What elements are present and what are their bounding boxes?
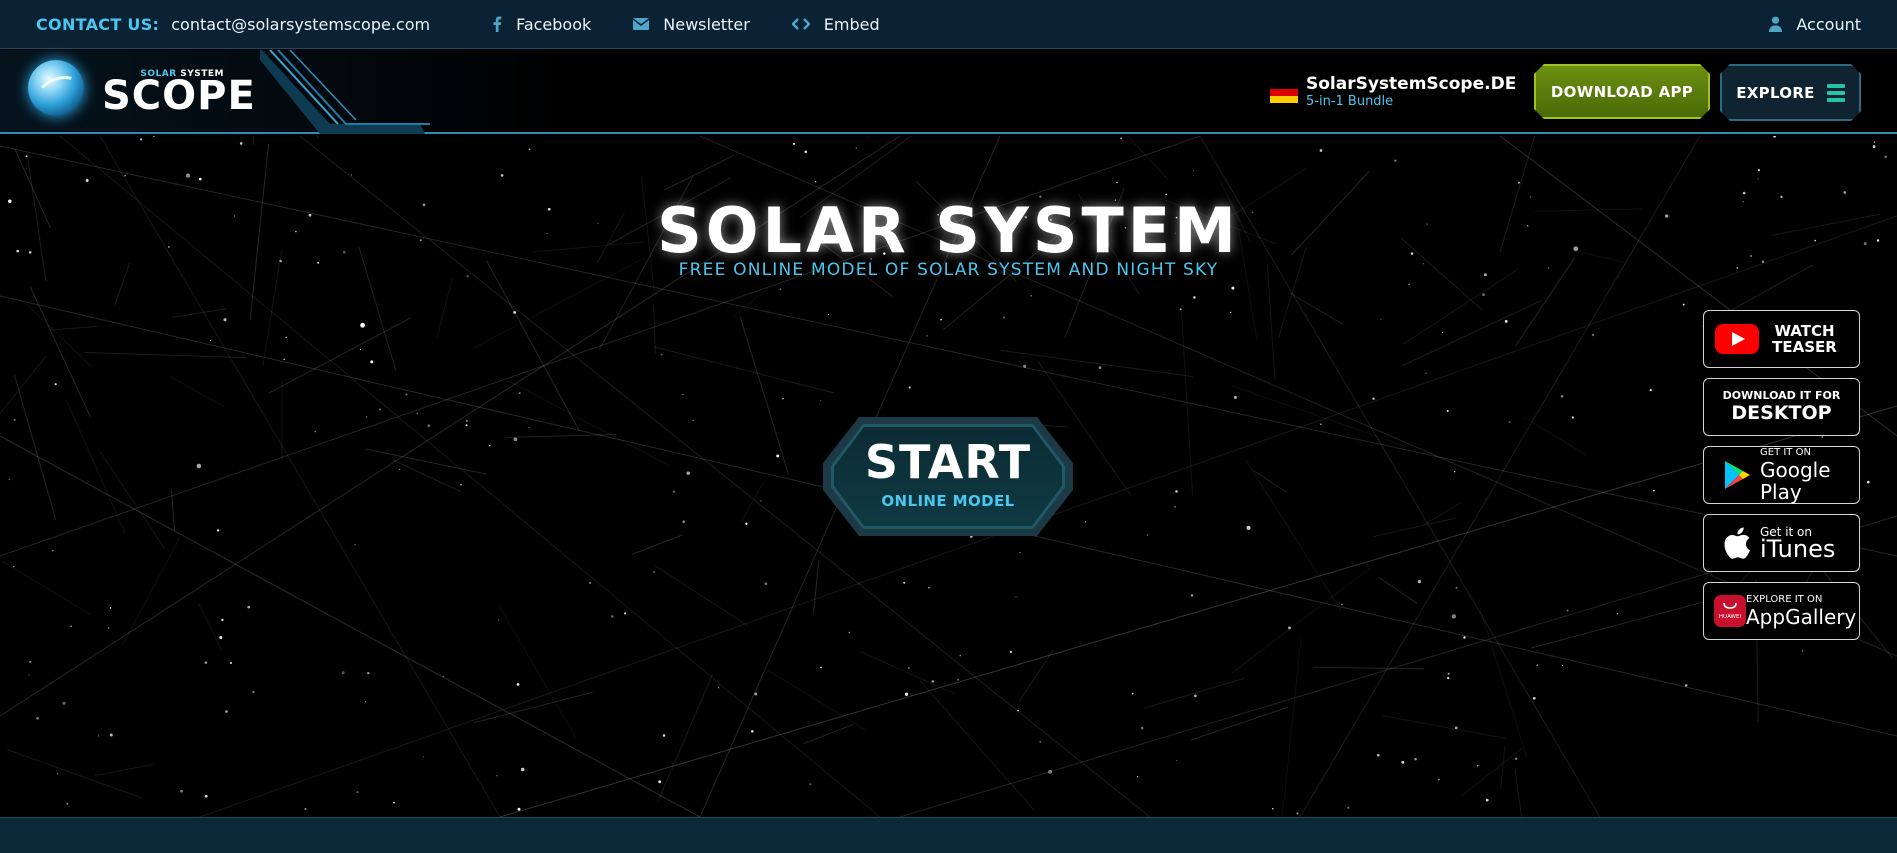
store-buttons: WATCH TEASER DOWNLOAD IT FOR DESKTOP GET…	[1703, 310, 1860, 650]
german-site-link[interactable]: SolarSystemScope.DE 5-in-1 Bundle	[1270, 74, 1516, 110]
google-play-big-label: Google Play	[1760, 458, 1831, 504]
desktop-big-label: DESKTOP	[1731, 402, 1832, 424]
german-site-title: SolarSystemScope.DE	[1306, 74, 1517, 94]
contact-email-link[interactable]: contact@solarsystemscope.com	[171, 15, 430, 34]
youtube-icon	[1714, 324, 1760, 354]
huawei-appgallery-icon: HUAWEI	[1714, 595, 1746, 627]
hero-section: SOLAR SYSTEM FREE ONLINE MODEL OF SOLAR …	[0, 136, 1897, 817]
download-app-button[interactable]: DOWNLOAD APP	[1534, 64, 1710, 119]
download-desktop-button[interactable]: DOWNLOAD IT FOR DESKTOP	[1703, 378, 1860, 436]
logo-orb-icon	[28, 60, 84, 116]
watch-teaser-button[interactable]: WATCH TEASER	[1703, 310, 1860, 368]
google-play-icon	[1714, 460, 1760, 490]
german-site-subtitle: 5-in-1 Bundle	[1306, 94, 1394, 109]
embed-link[interactable]: Embed	[791, 14, 880, 34]
user-icon	[1769, 16, 1783, 32]
header-stripe-decoration	[260, 50, 430, 134]
account-label: Account	[1796, 14, 1861, 34]
german-flag-icon	[1270, 81, 1298, 103]
contact-label: CONTACT US:	[36, 14, 160, 34]
explore-menu-button[interactable]: EXPLORE	[1720, 64, 1861, 121]
facebook-link[interactable]: Facebook	[492, 15, 591, 34]
main-header: SOLAR SYSTEM SCOPE SolarSystemScope.DE 5…	[0, 50, 1897, 134]
envelope-icon	[633, 18, 650, 30]
embed-link-label: Embed	[823, 14, 880, 34]
newsletter-link[interactable]: Newsletter	[633, 15, 750, 34]
huawei-badge-text: HUAWEI	[1719, 614, 1742, 620]
hero-subtitle: FREE ONLINE MODEL OF SOLAR SYSTEM AND NI…	[678, 260, 1219, 280]
google-play-button[interactable]: GET IT ON Google Play	[1703, 446, 1860, 504]
hamburger-menu-icon	[1827, 84, 1845, 102]
contact-bar: CONTACT US: contact@solarsystemscope.com…	[0, 0, 1897, 49]
logo-text: SOLAR SYSTEM SCOPE	[102, 60, 255, 116]
footer-bar	[0, 817, 1897, 853]
logo-word-scope: SCOPE	[102, 73, 256, 119]
watch-teaser-label: WATCH TEASER	[1772, 322, 1837, 356]
facebook-icon	[492, 16, 502, 32]
desktop-small-label: DOWNLOAD IT FOR	[1722, 389, 1841, 402]
newsletter-link-label: Newsletter	[663, 14, 750, 34]
facebook-link-label: Facebook	[516, 14, 592, 34]
hero-title: SOLAR SYSTEM	[657, 194, 1240, 267]
apple-icon	[1714, 526, 1760, 560]
appgallery-button[interactable]: HUAWEI EXPLORE IT ON AppGallery	[1703, 582, 1860, 640]
explore-label: EXPLORE	[1736, 83, 1815, 102]
appgallery-big-label: AppGallery	[1746, 605, 1857, 629]
start-online-model-button[interactable]: START ONLINE MODEL	[823, 417, 1073, 536]
itunes-big-label: iTunes	[1760, 535, 1836, 563]
start-sub-label: ONLINE MODEL	[881, 492, 1015, 510]
account-link[interactable]: Account	[1769, 15, 1861, 34]
site-logo[interactable]: SOLAR SYSTEM SCOPE	[28, 60, 255, 116]
itunes-button[interactable]: Get it on iTunes	[1703, 514, 1860, 572]
embed-code-icon	[791, 18, 810, 30]
start-label: START	[864, 435, 1032, 489]
